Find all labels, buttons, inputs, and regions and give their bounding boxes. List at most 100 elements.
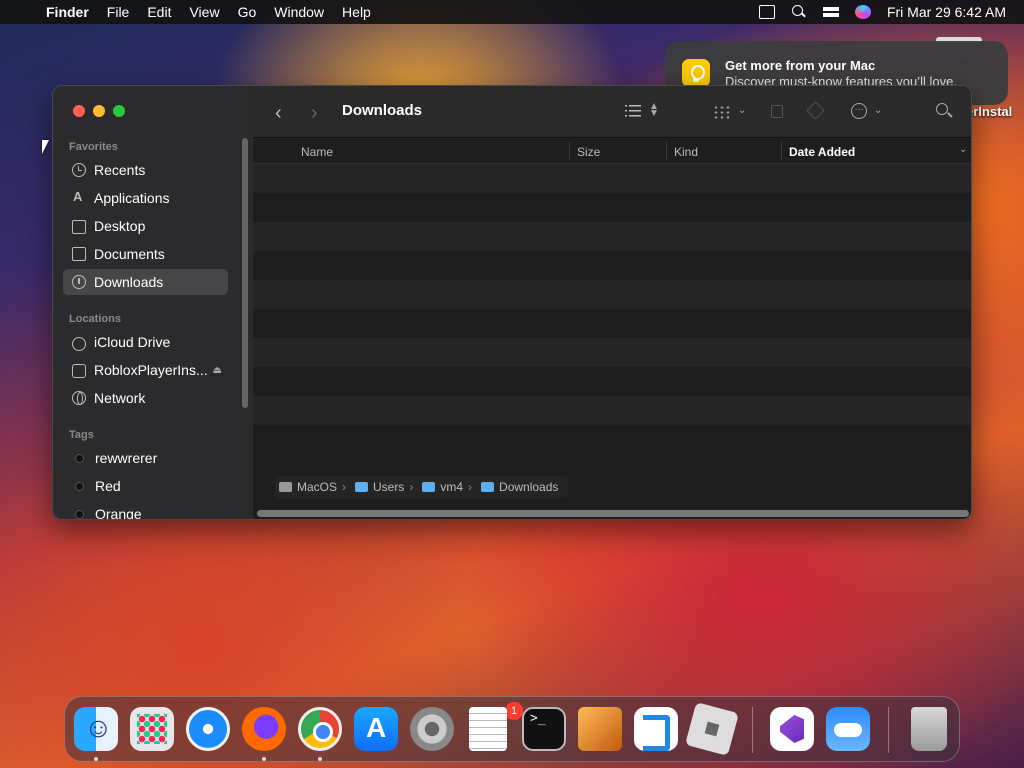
- tag-dot-icon: [75, 509, 84, 519]
- close-button[interactable]: [73, 105, 85, 117]
- path-item-macos[interactable]: MacOS: [279, 480, 337, 494]
- chevron-down-icon[interactable]: ⌄: [874, 105, 894, 121]
- dock: 1: [64, 696, 960, 762]
- download-icon: [72, 275, 86, 289]
- roblox-icon[interactable]: [685, 702, 739, 756]
- sidebar-item-icloud-drive[interactable]: iCloud Drive: [63, 329, 228, 355]
- terminal-icon[interactable]: [522, 707, 566, 751]
- weather-icon[interactable]: [826, 707, 870, 751]
- safari-icon[interactable]: [186, 707, 230, 751]
- textedit-icon[interactable]: [469, 707, 507, 751]
- file-list[interactable]: [253, 164, 971, 474]
- clock-icon: [72, 163, 86, 177]
- sidebar-item-label: Documents: [94, 246, 165, 262]
- sidebar-item-label: iCloud Drive: [94, 334, 171, 350]
- back-button[interactable]: ‹: [275, 102, 282, 125]
- running-indicator: [318, 757, 322, 761]
- desktop-file-label[interactable]: erInstal: [966, 104, 1024, 119]
- menu-file[interactable]: File: [107, 4, 130, 20]
- chevron-down-icon[interactable]: ⌄: [959, 144, 967, 155]
- finder-icon[interactable]: [74, 707, 118, 751]
- menu-go[interactable]: Go: [238, 4, 257, 20]
- firefox-icon[interactable]: [242, 707, 286, 751]
- menu-bar-clock[interactable]: Fri Mar 29 6:42 AM: [887, 4, 1006, 20]
- table-row: [253, 396, 971, 425]
- path-item-downloads[interactable]: Downloads: [481, 480, 558, 494]
- path-item-vm4[interactable]: vm4: [422, 480, 463, 494]
- chrome-icon[interactable]: [298, 707, 342, 751]
- eject-icon[interactable]: ⏏: [213, 365, 222, 376]
- menu-edit[interactable]: Edit: [147, 4, 171, 20]
- sidebar-tag-orange[interactable]: Orange: [63, 501, 228, 519]
- column-divider[interactable]: [666, 142, 667, 160]
- sidebar-section-tags: Tags: [69, 429, 94, 441]
- sidebar-item-applications[interactable]: Applications: [63, 185, 228, 211]
- path-separator: ›: [342, 480, 347, 494]
- column-size[interactable]: Size: [577, 145, 600, 159]
- sidebar-item-label: Network: [94, 390, 146, 406]
- sidebar-item-roblox-installer[interactable]: RobloxPlayerIns... ⏏: [63, 357, 228, 383]
- menu-window[interactable]: Window: [274, 4, 324, 20]
- visual-studio-icon[interactable]: [770, 707, 814, 751]
- lightbulb-icon: [682, 59, 710, 87]
- column-kind[interactable]: Kind: [674, 145, 698, 159]
- sidebar-item-documents[interactable]: Documents: [63, 241, 228, 267]
- trash-icon[interactable]: [911, 707, 947, 751]
- group-grid-icon[interactable]: [713, 105, 731, 119]
- path-item-users[interactable]: Users: [355, 480, 404, 494]
- screen-mirroring-icon[interactable]: [758, 5, 775, 19]
- sidebar-item-network[interactable]: Network: [63, 385, 228, 411]
- column-divider[interactable]: [781, 142, 782, 160]
- table-row: [253, 338, 971, 367]
- app-store-icon[interactable]: [354, 707, 398, 751]
- window-title: Downloads: [342, 102, 423, 119]
- column-name[interactable]: Name: [301, 145, 333, 159]
- spotlight-search-icon[interactable]: [791, 5, 807, 19]
- tag-dot-icon: [75, 453, 84, 463]
- sort-updown-icon[interactable]: ▲ ▼: [649, 102, 669, 119]
- control-center-icon[interactable]: [822, 5, 839, 19]
- path-bar: MacOS › Users › vm4 › Downloads: [275, 476, 569, 498]
- path-label: MacOS: [297, 480, 338, 494]
- minimize-button[interactable]: [93, 105, 105, 117]
- siri-icon[interactable]: [854, 5, 871, 19]
- sidebar-item-recents[interactable]: Recents: [63, 157, 228, 183]
- path-label: Users: [373, 480, 405, 494]
- column-date-added[interactable]: Date Added: [789, 145, 855, 159]
- sidebar-tag-rewwrerer[interactable]: rewwrerer: [63, 445, 228, 471]
- forward-button[interactable]: ›: [311, 102, 318, 125]
- vscode-icon[interactable]: [634, 707, 678, 751]
- column-header: Name Size Kind Date Added ⌄: [253, 138, 971, 164]
- mouse-cursor-icon: [42, 140, 49, 154]
- finder-content: ‹ › Downloads ▲ ▼ ⌄ ··· ⌄ Name Size Kind …: [253, 86, 971, 519]
- sidebar-tag-red[interactable]: Red: [63, 473, 228, 499]
- sidebar-item-label: RobloxPlayerIns...: [94, 362, 208, 378]
- share-icon[interactable]: [771, 105, 783, 118]
- more-actions-icon[interactable]: ···: [851, 103, 867, 119]
- notification-badge: 1: [505, 702, 523, 720]
- tag-icon[interactable]: [806, 101, 825, 120]
- launchpad-icon[interactable]: [130, 707, 174, 751]
- chevron-down-icon[interactable]: ⌄: [738, 105, 758, 121]
- sidebar-scrollbar[interactable]: [242, 138, 248, 408]
- sidebar-section-favorites: Favorites: [69, 141, 118, 153]
- list-view-icon[interactable]: [625, 103, 645, 119]
- menu-view[interactable]: View: [189, 4, 219, 20]
- cloud-icon: [72, 336, 86, 351]
- search-icon[interactable]: [936, 103, 956, 119]
- system-settings-icon[interactable]: [410, 707, 454, 751]
- finder-sidebar: Favorites Recents Applications Desktop D…: [53, 86, 253, 519]
- sidebar-section-locations: Locations: [69, 313, 121, 325]
- garageband-icon[interactable]: [578, 707, 622, 751]
- menu-help[interactable]: Help: [342, 4, 371, 20]
- menu-app-name[interactable]: Finder: [46, 4, 89, 20]
- path-separator: ›: [468, 480, 473, 494]
- sidebar-item-downloads[interactable]: Downloads: [63, 269, 228, 295]
- column-divider[interactable]: [569, 142, 570, 160]
- table-row: [253, 164, 971, 193]
- table-row: [253, 251, 971, 280]
- zoom-button[interactable]: [113, 105, 125, 117]
- sidebar-item-desktop[interactable]: Desktop: [63, 213, 228, 239]
- horizontal-scrollbar[interactable]: [257, 510, 969, 517]
- globe-icon: [72, 391, 86, 405]
